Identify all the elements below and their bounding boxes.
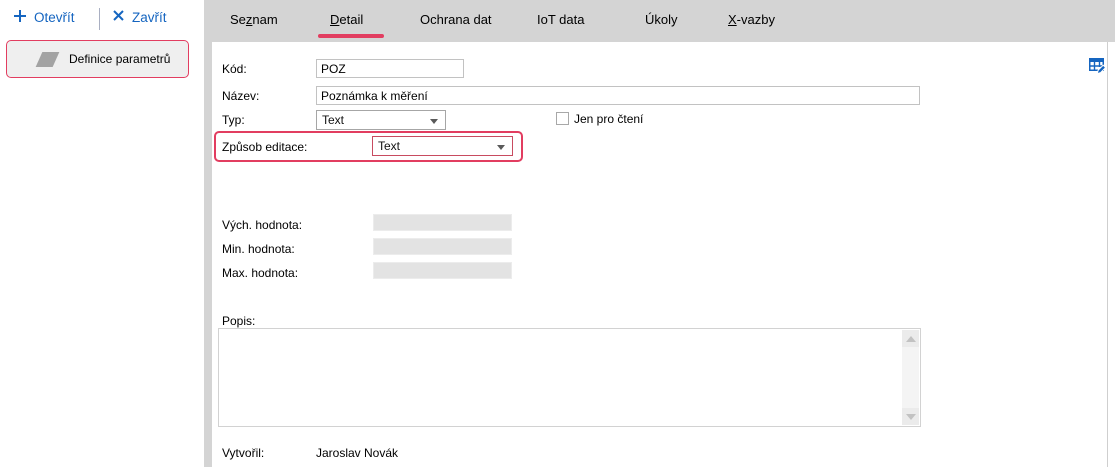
tab-iot-data[interactable]: IoT data xyxy=(537,12,584,27)
typ-dropdown-value: Text xyxy=(322,113,344,127)
triangle-down-icon xyxy=(906,414,916,420)
nazev-label: Název: xyxy=(222,89,259,103)
tab-bar: Seznam Detail Ochrana dat IoT data Úkoly… xyxy=(204,0,1115,42)
left-panel: Otevřít Zavřít Definice parametrů xyxy=(0,0,204,467)
detail-form-panel: Kód: Název: Typ: Text Jen pro čtení Způs… xyxy=(212,42,1108,467)
zpusob-editace-dropdown[interactable]: Text xyxy=(372,136,513,156)
scrollbar-up-button[interactable] xyxy=(902,330,919,347)
jen-pro-cteni-label: Jen pro čtení xyxy=(574,112,643,126)
tab-ochrana-dat[interactable]: Ochrana dat xyxy=(420,12,492,27)
kod-input[interactable] xyxy=(316,59,464,78)
kod-label: Kód: xyxy=(222,62,247,76)
vych-hodnota-label: Vých. hodnota: xyxy=(222,218,302,232)
toolbar-divider xyxy=(99,8,100,30)
active-tab-underline xyxy=(318,34,384,38)
triangle-up-icon xyxy=(906,336,916,342)
close-button-label: Zavřít xyxy=(132,10,167,25)
parallelogram-icon xyxy=(36,52,60,67)
vytvoril-label: Vytvořil: xyxy=(222,446,264,460)
typ-dropdown[interactable]: Text xyxy=(316,110,446,130)
popis-textarea-frame xyxy=(218,328,921,427)
tab-seznam[interactable]: Seznam xyxy=(230,12,278,27)
open-button[interactable]: Otevřít xyxy=(13,9,75,26)
tab-x-vazby[interactable]: X-vazby xyxy=(728,12,775,27)
vytvoril-value: Jaroslav Novák xyxy=(316,446,398,460)
edit-table-button[interactable] xyxy=(1086,55,1108,77)
sidebar-item-label: Definice parametrů xyxy=(69,52,170,66)
max-hodnota-input-disabled xyxy=(373,262,512,279)
x-icon xyxy=(112,9,125,25)
min-hodnota-input-disabled xyxy=(373,238,512,255)
tab-detail[interactable]: Detail xyxy=(330,12,363,27)
min-hodnota-label: Min. hodnota: xyxy=(222,242,295,256)
chevron-down-icon xyxy=(497,145,505,150)
sidebar-item-definice-parametru[interactable]: Definice parametrů xyxy=(6,40,189,78)
scrollbar-down-button[interactable] xyxy=(902,408,919,425)
popis-label: Popis: xyxy=(222,314,255,328)
popis-scrollbar[interactable] xyxy=(902,330,919,425)
vych-hodnota-input-disabled xyxy=(373,214,512,231)
nazev-input[interactable] xyxy=(316,86,920,105)
zpusob-editace-dropdown-value: Text xyxy=(378,139,400,153)
edit-table-icon xyxy=(1087,63,1107,78)
zpusob-editace-label: Způsob editace: xyxy=(222,140,307,154)
chevron-down-icon xyxy=(430,119,438,124)
typ-label: Typ: xyxy=(222,113,245,127)
plus-icon xyxy=(13,9,27,26)
panel-divider-strip xyxy=(204,0,212,467)
open-button-label: Otevřít xyxy=(34,10,75,25)
max-hodnota-label: Max. hodnota: xyxy=(222,266,298,280)
popis-textarea[interactable] xyxy=(219,329,902,426)
close-button[interactable]: Zavřít xyxy=(112,9,167,25)
jen-pro-cteni-checkbox[interactable] xyxy=(556,112,569,125)
tab-ukoly[interactable]: Úkoly xyxy=(645,12,678,27)
